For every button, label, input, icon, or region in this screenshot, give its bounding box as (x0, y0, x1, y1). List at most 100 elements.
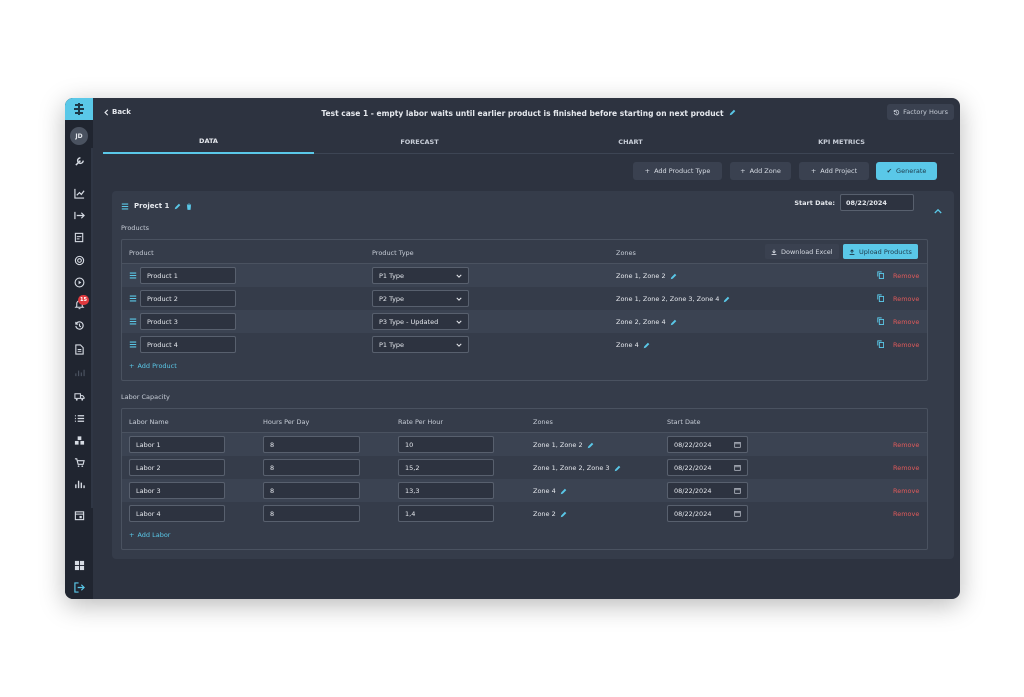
drag-handle-icon[interactable] (129, 318, 137, 325)
tab-chart[interactable]: CHART (525, 130, 736, 154)
copy-icon[interactable] (877, 317, 884, 325)
products-table-header: Product Product Type Zones Download Exce… (122, 240, 927, 264)
drag-handle-icon[interactable] (129, 272, 137, 279)
calendar-icon[interactable] (71, 508, 87, 522)
edit-zones-pencil-icon[interactable] (560, 511, 567, 518)
copy-icon[interactable] (877, 271, 884, 279)
labor-start-date-input[interactable]: 08/22/2024 (667, 436, 748, 453)
hours-per-day-input[interactable]: 8 (263, 459, 360, 476)
boxes-icon[interactable] (71, 433, 87, 447)
document-edit-icon[interactable] (71, 230, 87, 244)
copy-icon[interactable] (877, 294, 884, 302)
product-type-select[interactable]: P2 Type (372, 290, 469, 307)
collapse-chevron-up-icon[interactable] (934, 199, 942, 218)
drag-handle-icon[interactable] (129, 295, 137, 302)
hours-per-day-input[interactable]: 8 (263, 482, 360, 499)
edit-zones-pencil-icon[interactable] (614, 465, 621, 472)
target-icon[interactable] (71, 253, 87, 267)
arrow-right-bar-icon[interactable] (71, 208, 87, 222)
add-product-type-button[interactable]: + Add Product Type (633, 162, 722, 180)
remove-product-button[interactable]: Remove (893, 295, 919, 303)
product-type-select[interactable]: P1 Type (372, 336, 469, 353)
tab-kpi-metrics[interactable]: KPI METRICS (736, 130, 947, 154)
upload-products-button[interactable]: Upload Products (843, 244, 918, 259)
product-type-select[interactable]: P1 Type (372, 267, 469, 284)
remove-product-button[interactable]: Remove (893, 318, 919, 326)
copy-icon[interactable] (877, 340, 884, 348)
product-name-input[interactable]: Product 4 (140, 336, 236, 353)
add-product-button[interactable]: + Add Product (129, 362, 177, 370)
edit-project-pencil-icon[interactable] (174, 203, 181, 210)
start-date-input[interactable]: 08/22/2024 (840, 194, 914, 211)
list-icon[interactable] (71, 411, 87, 425)
chart-line-icon[interactable] (71, 186, 87, 200)
col-zones: Zones (616, 249, 636, 257)
labor-name-input[interactable]: Labor 4 (129, 505, 225, 522)
hours-per-day-input[interactable]: 8 (263, 505, 360, 522)
rate-per-hour-input[interactable]: 10 (398, 436, 494, 453)
dashboard-icon[interactable] (71, 558, 87, 572)
edit-zones-pencil-icon[interactable] (723, 296, 730, 303)
notification-badge: 15 (78, 295, 89, 305)
history-icon (893, 109, 900, 115)
col-product-type: Product Type (372, 249, 414, 257)
file-text-icon[interactable] (71, 342, 87, 356)
edit-zones-pencil-icon[interactable] (670, 319, 677, 326)
edit-zones-pencil-icon[interactable] (587, 442, 594, 449)
labor-start-date-input[interactable]: 08/22/2024 (667, 459, 748, 476)
product-type-select[interactable]: P3 Type - Updated (372, 313, 469, 330)
add-labor-button[interactable]: + Add Labor (129, 531, 170, 539)
generate-button[interactable]: ✔ Generate (876, 162, 937, 180)
add-zone-button[interactable]: + Add Zone (730, 162, 791, 180)
labor-name-input[interactable]: Labor 2 (129, 459, 225, 476)
add-project-button[interactable]: + Add Project (799, 162, 869, 180)
truck-icon[interactable] (71, 389, 87, 403)
play-circle-icon[interactable] (71, 275, 87, 289)
product-name-input[interactable]: Product 1 (140, 267, 236, 284)
product-name-input[interactable]: Product 2 (140, 290, 236, 307)
rate-per-hour-input[interactable]: 15,2 (398, 459, 494, 476)
labor-start-date-input[interactable]: 08/22/2024 (667, 505, 748, 522)
remove-labor-button[interactable]: Remove (893, 441, 919, 449)
edit-zones-pencil-icon[interactable] (560, 488, 567, 495)
rate-per-hour-input[interactable]: 1,4 (398, 505, 494, 522)
product-zones-text: Zone 1, Zone 2 (616, 272, 666, 280)
drag-handle-icon[interactable] (121, 203, 129, 210)
calendar-icon (734, 442, 741, 448)
cart-icon[interactable] (71, 455, 87, 469)
product-zones-text: Zone 1, Zone 2, Zone 3, Zone 4 (616, 295, 720, 303)
product-name-input[interactable]: Product 3 (140, 313, 236, 330)
edit-title-pencil-icon[interactable] (729, 109, 736, 118)
avatar[interactable]: JD (70, 127, 88, 145)
factory-hours-button[interactable]: Factory Hours (887, 104, 954, 120)
drag-handle-icon[interactable] (129, 341, 137, 348)
tab-data[interactable]: DATA (103, 130, 314, 154)
logout-icon[interactable] (71, 580, 87, 594)
wrench-icon[interactable] (71, 154, 87, 168)
bar-chart-icon[interactable] (71, 476, 87, 490)
sidebar-scrollbar[interactable] (91, 148, 93, 508)
hours-per-day-input[interactable]: 8 (263, 436, 360, 453)
labor-start-date-input[interactable]: 08/22/2024 (667, 482, 748, 499)
rate-per-hour-input[interactable]: 13,3 (398, 482, 494, 499)
remove-product-button[interactable]: Remove (893, 341, 919, 349)
remove-labor-button[interactable]: Remove (893, 464, 919, 472)
app-logo[interactable] (65, 98, 93, 120)
history-icon[interactable] (71, 318, 87, 332)
product-type-value: P3 Type - Updated (379, 317, 439, 326)
remove-labor-button[interactable]: Remove (893, 487, 919, 495)
edit-zones-pencil-icon[interactable] (643, 342, 650, 349)
labor-name-input[interactable]: Labor 3 (129, 482, 225, 499)
back-button[interactable]: Back (103, 108, 131, 116)
edit-zones-pencil-icon[interactable] (670, 273, 677, 280)
delete-project-trash-icon[interactable] (186, 202, 192, 210)
remove-product-button[interactable]: Remove (893, 272, 919, 280)
remove-labor-button[interactable]: Remove (893, 510, 919, 518)
product-row: Product 2 P2 Type Zone 1, Zone 2, Zone 3… (122, 287, 927, 310)
tab-forecast[interactable]: FORECAST (314, 130, 525, 154)
add-product-type-label: Add Product Type (654, 167, 711, 175)
download-excel-button[interactable]: Download Excel (765, 244, 839, 259)
product-zones: Zone 1, Zone 2 (616, 272, 677, 280)
labor-name-input[interactable]: Labor 1 (129, 436, 225, 453)
labor-zones: Zone 1, Zone 2, Zone 3 (533, 464, 621, 472)
